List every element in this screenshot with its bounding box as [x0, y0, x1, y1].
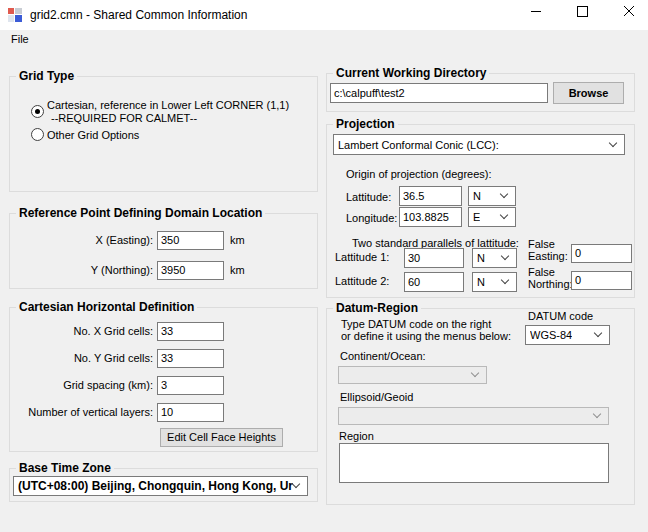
x-easting-label: X (Easting):	[23, 234, 153, 246]
window-title: grid2.cmn - Shared Common Information	[30, 8, 247, 22]
latitude1-dir-select[interactable]: N	[472, 248, 517, 268]
radio-other-grid[interactable]	[31, 128, 44, 141]
browse-button[interactable]: Browse	[553, 82, 624, 104]
latitude-label: Lattitude:	[346, 191, 391, 203]
app-icon	[7, 7, 23, 23]
projection-type-value: Lambert Conformal Conic (LCC):	[338, 139, 499, 151]
group-title: Projection	[333, 117, 398, 131]
x-cells-label: No. X Grid cells:	[20, 325, 153, 337]
chevron-down-icon	[471, 369, 479, 377]
vertical-layers-label: Number of vertical layers:	[20, 406, 153, 418]
false-northing-label1: False	[528, 266, 555, 278]
menu-file[interactable]: File	[9, 33, 31, 45]
y-northing-label: Y (Northing):	[23, 264, 153, 276]
grid-spacing-field[interactable]: 3	[157, 376, 224, 395]
x-cells-field[interactable]: 33	[157, 322, 224, 341]
working-directory-field[interactable]: c:\calpuff\test2	[330, 83, 548, 103]
group-title: Base Time Zone	[16, 461, 114, 475]
chevron-down-icon	[500, 211, 508, 219]
timezone-select[interactable]: (UTC+08:00) Beijing, Chongquin, Hong Kon…	[13, 476, 308, 496]
minimize-icon	[531, 11, 541, 12]
latitude1-dir-value: N	[477, 252, 485, 264]
longitude-dir-value: E	[473, 211, 480, 223]
continent-label: Continent/Ocean:	[340, 350, 426, 362]
latitude-dir-value: N	[473, 190, 481, 202]
radio-cartesian-label-line2[interactable]: --REQUIRED FOR CALMET--	[51, 112, 197, 124]
false-northing-label2: Northing:	[528, 278, 573, 290]
y-cells-field[interactable]: 33	[157, 349, 224, 368]
latitude1-field[interactable]: 30	[404, 248, 464, 268]
close-icon	[623, 5, 635, 17]
group-title: Datum-Region	[333, 301, 421, 315]
close-button[interactable]	[608, 0, 648, 30]
chevron-down-icon	[292, 480, 300, 488]
latitude-dir-select[interactable]: N	[468, 186, 516, 206]
false-easting-label2: Easting:	[528, 250, 568, 262]
edit-cell-face-heights-button[interactable]: Edit Cell Face Heights	[160, 428, 283, 447]
latitude2-dir-select[interactable]: N	[472, 272, 517, 292]
timezone-selected-value: (UTC+08:00) Beijing, Chongquin, Hong Kon…	[18, 479, 293, 493]
radio-other-grid-label[interactable]: Other Grid Options	[47, 129, 139, 141]
longitude-field[interactable]: 103.8825	[399, 207, 462, 227]
datum-hint-line2: or define it using the menus below:	[341, 330, 511, 342]
datum-code-label: DATUM code	[528, 310, 593, 322]
false-easting-label1: False	[528, 238, 555, 250]
radio-cartesian[interactable]	[31, 105, 44, 118]
datum-code-value: WGS-84	[530, 329, 572, 341]
group-title: Grid Type	[16, 69, 77, 83]
false-easting-field[interactable]: 0	[571, 244, 632, 263]
latitude2-field[interactable]: 60	[404, 272, 464, 292]
minimize-button[interactable]	[516, 0, 556, 30]
x-easting-unit: km	[230, 234, 245, 246]
projection-type-select[interactable]: Lambert Conformal Conic (LCC):	[333, 134, 625, 155]
latitude2-dir-value: N	[477, 276, 485, 288]
latitude1-label: Lattitude 1:	[335, 251, 389, 263]
maximize-icon	[577, 6, 588, 17]
y-cells-label: No. Y Grid cells:	[20, 352, 153, 364]
vertical-layers-field[interactable]: 10	[157, 403, 224, 422]
latitude2-label: Lattitude 2:	[335, 275, 389, 287]
ellipsoid-select	[338, 407, 609, 425]
x-easting-field[interactable]: 350	[157, 231, 224, 250]
chevron-down-icon	[594, 329, 602, 337]
continent-select	[338, 366, 487, 384]
datum-code-select[interactable]: WGS-84	[525, 325, 610, 345]
grid-spacing-label: Grid spacing (km):	[20, 379, 153, 391]
longitude-dir-select[interactable]: E	[468, 207, 516, 227]
title-bar: grid2.cmn - Shared Common Information	[0, 0, 648, 30]
y-northing-field[interactable]: 3950	[157, 261, 224, 280]
chevron-down-icon	[500, 190, 508, 198]
menu-bar: File	[0, 30, 648, 52]
region-listbox[interactable]	[339, 443, 609, 483]
group-title: Current Working Directory	[333, 66, 489, 80]
y-northing-unit: km	[230, 264, 245, 276]
region-label: Region	[339, 430, 374, 442]
ellipsoid-label: Ellipsoid/Geoid	[340, 391, 413, 403]
datum-hint-line1: Type DATUM code on the right	[341, 318, 491, 330]
radio-cartesian-label-line1[interactable]: Cartesian, reference in Lower Left CORNE…	[47, 99, 289, 111]
latitude-field[interactable]: 36.5	[399, 186, 462, 206]
group-title: Reference Point Defining Domain Location	[16, 206, 265, 220]
chevron-down-icon	[609, 138, 617, 146]
chevron-down-icon	[593, 410, 601, 418]
chevron-down-icon	[501, 252, 509, 260]
maximize-button[interactable]	[562, 0, 602, 30]
chevron-down-icon	[501, 276, 509, 284]
false-northing-field[interactable]: 0	[571, 271, 632, 290]
origin-label: Origin of projection (degrees):	[346, 168, 492, 180]
window: grid2.cmn - Shared Common Information Fi…	[0, 0, 648, 532]
longitude-label: Longitude:	[346, 212, 397, 224]
group-title: Cartesian Horizontal Definition	[16, 300, 197, 314]
